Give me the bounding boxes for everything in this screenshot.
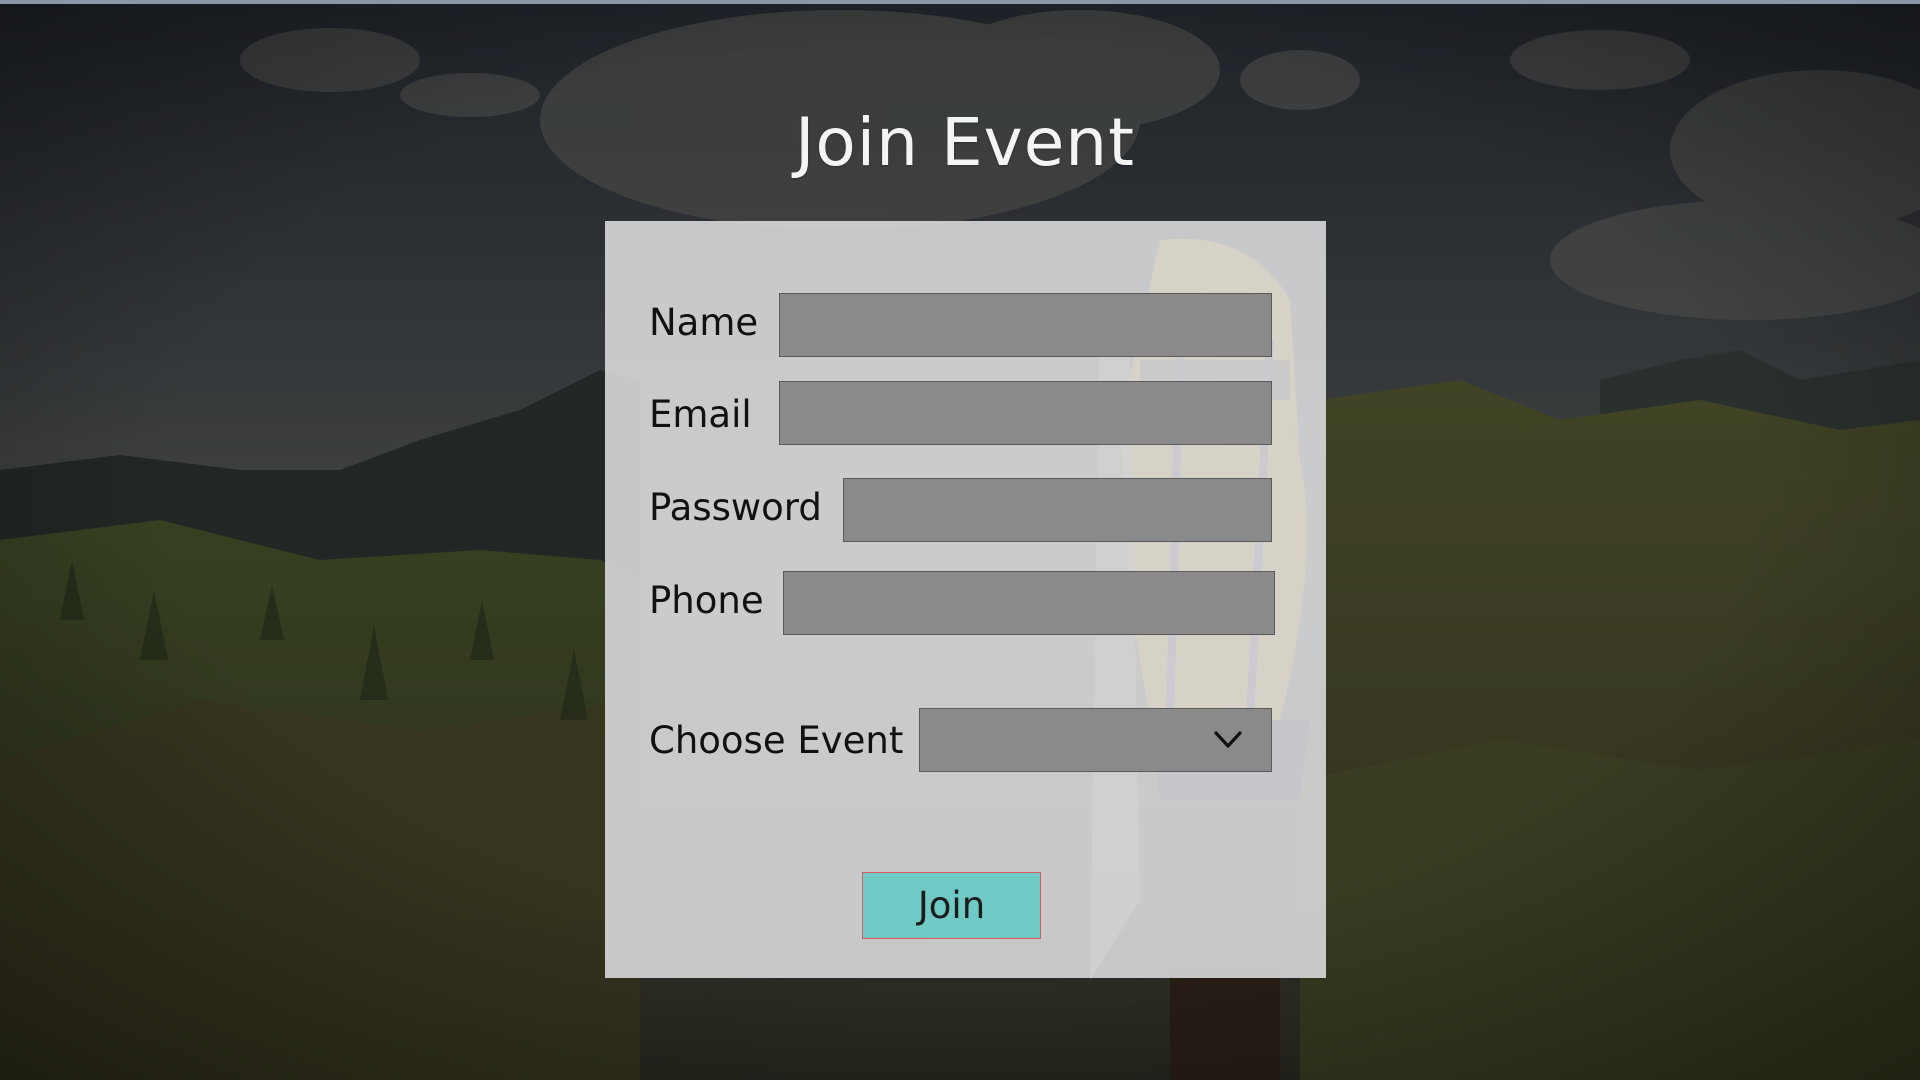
password-input[interactable]: [843, 478, 1272, 542]
email-label: Email: [649, 393, 752, 436]
app-window: Join Event Name Email Password Phone Cho…: [0, 0, 1920, 1080]
page-title: Join Event: [794, 104, 1136, 181]
phone-input[interactable]: [783, 571, 1275, 635]
name-label: Name: [649, 301, 759, 344]
chevron-down-icon: [1214, 731, 1242, 748]
choose-event-select[interactable]: [919, 708, 1272, 772]
join-event-form: Name Email Password Phone Choose Event J…: [605, 221, 1326, 978]
name-input[interactable]: [779, 293, 1272, 357]
phone-label: Phone: [649, 579, 764, 622]
choose-event-label: Choose Event: [649, 719, 904, 762]
password-label: Password: [649, 486, 822, 529]
window-top-edge: [0, 0, 1920, 4]
email-input[interactable]: [779, 381, 1272, 445]
join-button[interactable]: Join: [862, 872, 1041, 939]
